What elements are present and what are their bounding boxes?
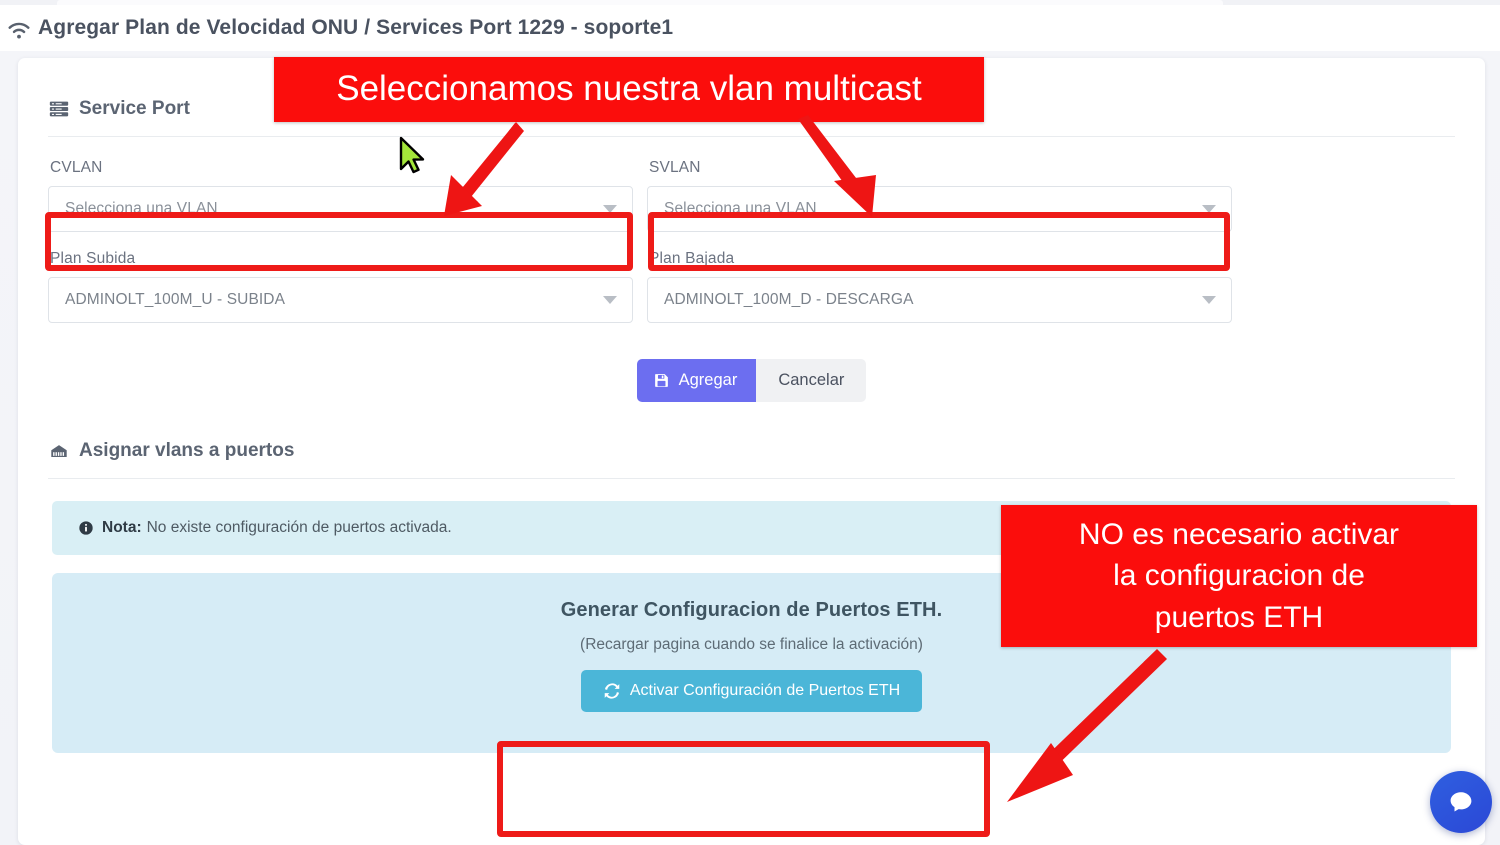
vlan-row: CVLAN Selecciona una VLAN SVLAN Seleccio…: [48, 159, 1455, 232]
note-alert-text: No existe configuración de puertos activ…: [146, 519, 452, 536]
main-card: Service Port CVLAN Selecciona una VLAN S…: [18, 58, 1485, 845]
sync-refresh-icon: [603, 682, 621, 700]
note-alert-label: Nota:: [102, 519, 142, 536]
annotation-select-multicast-vlan-text: Seleccionamos nuestra vlan multicast: [336, 69, 922, 109]
cvlan-label: CVLAN: [50, 159, 103, 176]
section-divider: [48, 136, 1455, 137]
plan-row: Plan Subida ADMINOLT_100M_U - SUBIDA Pla…: [48, 250, 1455, 323]
chevron-down-icon: [603, 296, 617, 304]
plan-bajada-field: Plan Bajada ADMINOLT_100M_D - DESCARGA: [647, 250, 1232, 323]
plan-bajada-select[interactable]: ADMINOLT_100M_D - DESCARGA: [647, 277, 1232, 323]
annotation-line-2: la configuracion de: [1113, 559, 1365, 593]
plan-bajada-select-value: ADMINOLT_100M_D - DESCARGA: [664, 291, 914, 308]
assign-vlans-heading: Asignar vlans a puertos: [48, 440, 1455, 462]
wifi-icon: [8, 22, 30, 39]
chevron-down-icon: [1202, 296, 1216, 304]
service-port-heading-label: Service Port: [79, 98, 190, 119]
svlan-label: SVLAN: [649, 159, 701, 176]
chevron-down-icon: [1202, 205, 1216, 213]
save-floppy-icon: [653, 372, 670, 389]
cvlan-select[interactable]: Selecciona una VLAN: [48, 186, 633, 232]
assign-vlans-heading-label: Asignar vlans a puertos: [79, 440, 295, 461]
section-divider: [48, 478, 1455, 479]
plan-subida-field: Plan Subida ADMINOLT_100M_U - SUBIDA: [48, 250, 633, 323]
cancelar-button-label: Cancelar: [778, 371, 845, 389]
app-screen: Agregar Plan de Velocidad ONU / Services…: [0, 0, 1500, 845]
plan-subida-select-value: ADMINOLT_100M_U - SUBIDA: [65, 291, 286, 308]
svlan-select[interactable]: Selecciona una VLAN: [647, 186, 1232, 232]
activar-config-button-label: Activar Configuración de Puertos ETH: [629, 682, 901, 699]
activar-config-button[interactable]: Activar Configuración de Puertos ETH: [580, 670, 923, 712]
plan-subida-label: Plan Subida: [50, 250, 136, 267]
cvlan-select-value: Selecciona una VLAN: [65, 200, 218, 217]
chat-widget-button[interactable]: [1430, 771, 1492, 833]
page-header: Agregar Plan de Velocidad ONU / Services…: [0, 5, 1500, 51]
server-stack-icon: [48, 98, 70, 120]
cancelar-button[interactable]: Cancelar: [756, 359, 867, 402]
plan-subida-select[interactable]: ADMINOLT_100M_U - SUBIDA: [48, 277, 633, 323]
annotation-select-multicast-vlan: Seleccionamos nuestra vlan multicast: [274, 57, 984, 122]
annotation-line-1: NO es necesario activar: [1078, 517, 1400, 551]
svlan-select-value: Selecciona una VLAN: [664, 200, 817, 217]
page-title: Agregar Plan de Velocidad ONU / Services…: [38, 16, 674, 39]
chat-bubble-icon: [1450, 792, 1472, 812]
annotation-no-need-activate: NO es necesario activar la configuracion…: [1001, 505, 1477, 647]
agregar-button[interactable]: Agregar: [636, 359, 757, 402]
agregar-button-label: Agregar: [678, 371, 738, 389]
ethernet-port-icon: [48, 440, 70, 462]
annotation-line-3: puertos ETH: [1154, 600, 1324, 634]
svlan-field: SVLAN Selecciona una VLAN: [647, 159, 1232, 232]
info-circle-icon: [78, 520, 94, 536]
plan-bajada-label: Plan Bajada: [649, 250, 735, 267]
chevron-down-icon: [603, 205, 617, 213]
form-actions: Agregar Cancelar: [48, 359, 1455, 402]
cvlan-field: CVLAN Selecciona una VLAN: [48, 159, 633, 232]
